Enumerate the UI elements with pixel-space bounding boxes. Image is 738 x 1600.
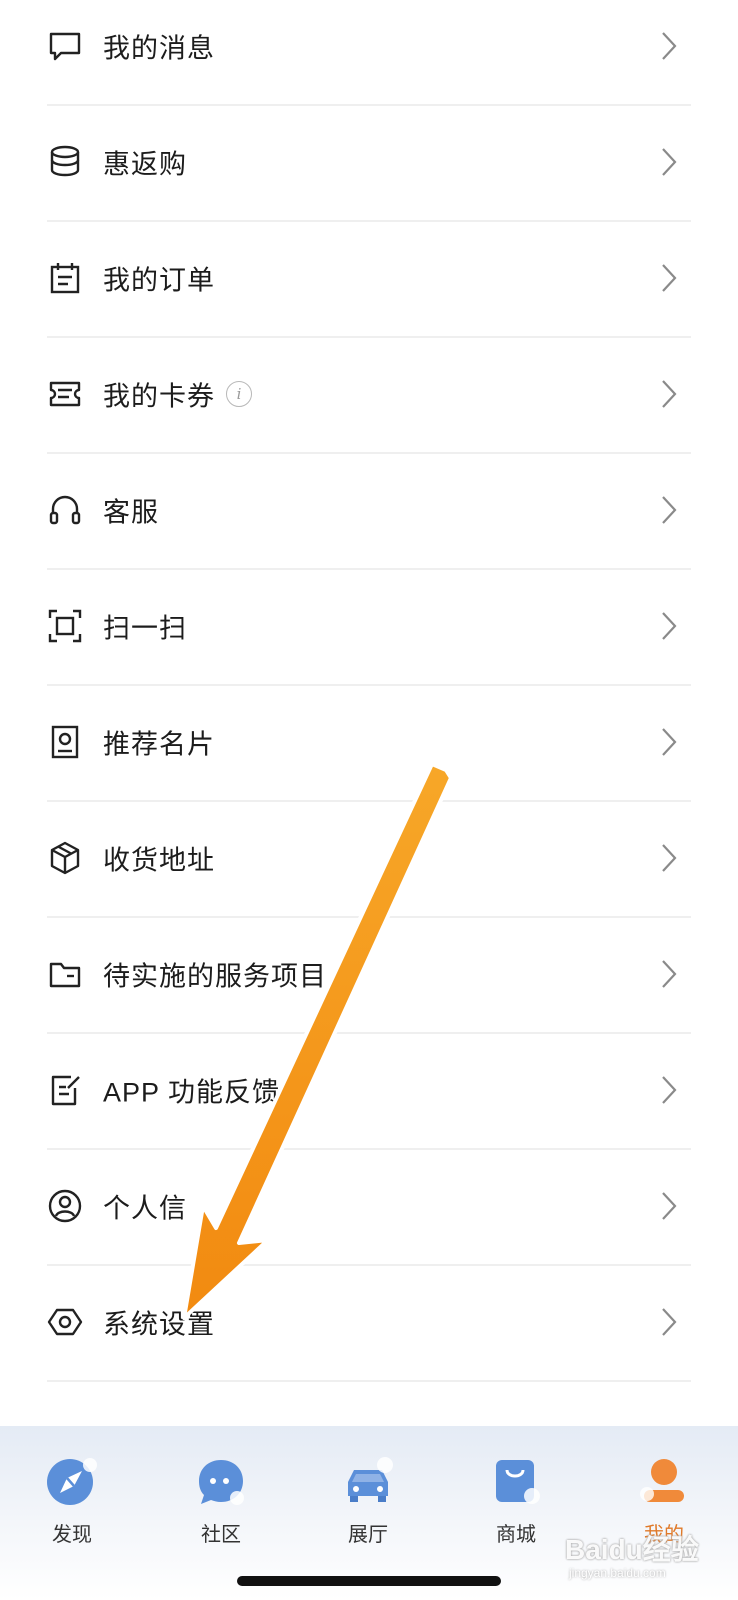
chevron-right-icon: [661, 495, 677, 525]
info-icon[interactable]: i: [226, 381, 252, 407]
menu-item-coupons[interactable]: 我的卡券 i: [47, 336, 691, 454]
person-icon: [638, 1456, 690, 1508]
menu-item-pending-services[interactable]: 待实施的服务项目: [47, 916, 691, 1034]
feedback-icon: [47, 1072, 83, 1108]
card-icon: [47, 724, 83, 760]
box-icon: [47, 840, 83, 876]
menu-item-system-settings[interactable]: 系统设置: [47, 1264, 691, 1382]
menu-item-cashback[interactable]: 惠返购: [47, 104, 691, 222]
menu-item-label: 惠返购: [103, 149, 187, 180]
user-circle-icon: [47, 1188, 83, 1224]
menu-item-referral-card[interactable]: 推荐名片: [47, 684, 691, 802]
chat-bubble-icon: [195, 1456, 247, 1508]
tab-showroom[interactable]: 展厅: [318, 1456, 418, 1556]
settings-icon: [47, 1304, 83, 1340]
tab-label: 展厅: [348, 1524, 388, 1546]
scan-icon: [47, 608, 83, 644]
coins-icon: [47, 144, 83, 180]
chevron-right-icon: [661, 147, 677, 177]
chevron-right-icon: [661, 727, 677, 757]
coupon-icon: [47, 376, 83, 412]
menu-item-shipping-address[interactable]: 收货地址: [47, 800, 691, 918]
chevron-right-icon: [661, 1191, 677, 1221]
chevron-right-icon: [661, 843, 677, 873]
menu-item-label: 个人信: [103, 1193, 187, 1224]
folder-icon: [47, 956, 83, 992]
tab-label: 社区: [201, 1524, 241, 1546]
watermark-subtext: jingyan.baidu.com: [569, 1566, 666, 1580]
menu-item-label: 扫一扫: [103, 613, 187, 644]
tab-community[interactable]: 社区: [171, 1456, 271, 1556]
chevron-right-icon: [661, 31, 677, 61]
menu-item-app-feedback[interactable]: APP 功能反馈: [47, 1032, 691, 1150]
menu-item-orders[interactable]: 我的订单: [47, 220, 691, 338]
order-icon: [47, 260, 83, 296]
menu-item-personal-info[interactable]: 个人信: [47, 1148, 691, 1266]
menu-item-label: APP 功能反馈: [103, 1077, 281, 1108]
chevron-right-icon: [661, 379, 677, 409]
shopping-bag-icon: [490, 1456, 542, 1508]
home-indicator[interactable]: [237, 1576, 501, 1586]
message-icon: [47, 28, 83, 64]
menu-item-label: 我的卡券: [103, 381, 215, 412]
tab-label: 商城: [496, 1524, 536, 1546]
tab-mall[interactable]: 商城: [466, 1456, 566, 1556]
car-icon: [342, 1456, 394, 1508]
menu-item-label: 我的消息: [103, 33, 215, 64]
chevron-right-icon: [661, 959, 677, 989]
watermark: Baidu经验 jingyan.baidu.com: [565, 1528, 715, 1592]
menu-item-label: 待实施的服务项目: [103, 961, 327, 992]
menu-item-label: 推荐名片: [103, 729, 215, 760]
tab-discover[interactable]: 发现: [22, 1456, 122, 1556]
watermark-text: Baidu经验: [565, 1534, 699, 1565]
chevron-right-icon: [661, 263, 677, 293]
menu-item-messages[interactable]: 我的消息: [47, 0, 691, 106]
tab-label: 发现: [52, 1524, 92, 1546]
menu-item-label: 客服: [103, 497, 159, 528]
menu-item-label: 收货地址: [103, 845, 215, 876]
menu-item-scan[interactable]: 扫一扫: [47, 568, 691, 686]
chevron-right-icon: [661, 611, 677, 641]
menu-item-label: 我的订单: [103, 265, 215, 296]
chevron-right-icon: [661, 1075, 677, 1105]
chevron-right-icon: [661, 1307, 677, 1337]
menu-item-customer-service[interactable]: 客服: [47, 452, 691, 570]
menu-item-label: 系统设置: [103, 1309, 215, 1340]
compass-icon: [46, 1456, 98, 1508]
headset-icon: [47, 492, 83, 528]
